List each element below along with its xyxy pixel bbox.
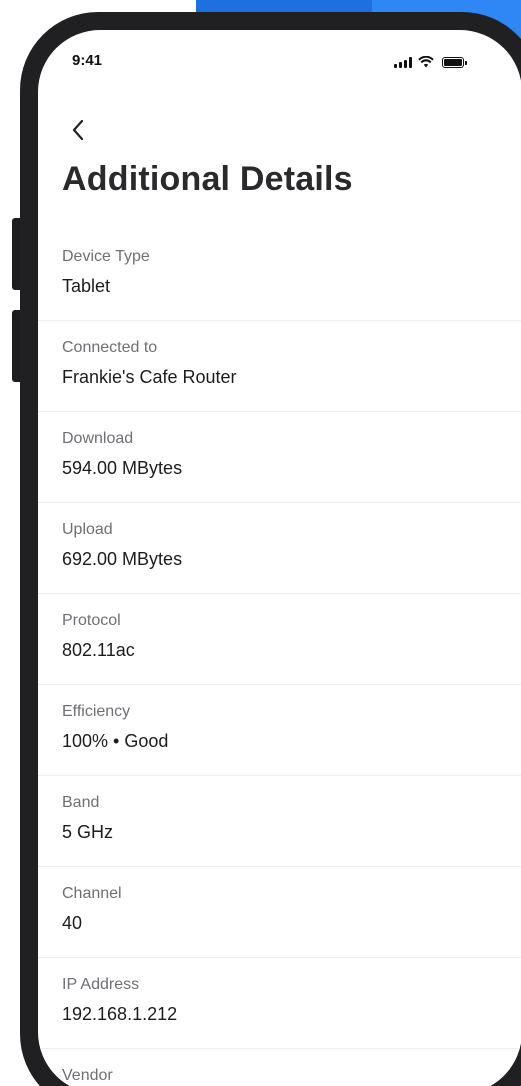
battery-icon xyxy=(442,57,467,68)
detail-label: Efficiency xyxy=(62,703,131,720)
detail-label: Upload xyxy=(62,521,113,538)
cellular-signal-icon xyxy=(394,57,412,68)
detail-row-protocol: Protocol 802.11ac xyxy=(38,594,521,685)
detail-row-vendor: Vendor xyxy=(38,1049,521,1086)
detail-row-device-type: Device Type Tablet xyxy=(38,230,521,321)
detail-value: 5 GHz xyxy=(62,822,114,842)
status-icons xyxy=(394,54,467,68)
detail-value: 100% • Good xyxy=(62,731,169,751)
detail-label: Channel xyxy=(62,885,122,902)
detail-value: 594.00 MBytes xyxy=(62,458,183,478)
page-title: Additional Details xyxy=(62,160,353,198)
detail-value: 802.11ac xyxy=(62,640,135,660)
detail-label: Device Type xyxy=(62,248,150,265)
detail-list: Device Type Tablet Connected to Frankie'… xyxy=(38,230,521,1086)
detail-row-upload: Upload 692.00 MBytes xyxy=(38,503,521,594)
detail-label: Band xyxy=(62,794,100,811)
detail-row-download: Download 594.00 MBytes xyxy=(38,412,521,503)
detail-label: Protocol xyxy=(62,612,121,629)
detail-label: Vendor xyxy=(62,1067,113,1084)
status-time: 9:41 xyxy=(72,52,103,69)
status-bar: 9:41 xyxy=(38,30,521,90)
detail-row-connected-to: Connected to Frankie's Cafe Router xyxy=(38,321,521,412)
detail-row-channel: Channel 40 xyxy=(38,867,521,958)
detail-row-ip-address: IP Address 192.168.1.212 xyxy=(38,958,521,1049)
detail-label: IP Address xyxy=(62,976,140,993)
back-button[interactable] xyxy=(62,114,94,146)
detail-value: 192.168.1.212 xyxy=(62,1004,178,1024)
detail-value: Tablet xyxy=(62,276,111,296)
detail-label: Connected to xyxy=(62,339,158,356)
detail-value: Frankie's Cafe Router xyxy=(62,367,237,387)
phone-screen: 9:41 Additional Details Device Type Tabl… xyxy=(38,30,521,1086)
detail-value: 692.00 MBytes xyxy=(62,549,183,569)
detail-label: Download xyxy=(62,430,134,447)
phone-frame: 9:41 Additional Details Device Type Tabl… xyxy=(20,12,521,1086)
detail-row-efficiency: Efficiency 100% • Good xyxy=(38,685,521,776)
stage: 9:41 Additional Details Device Type Tabl… xyxy=(0,0,521,1086)
wifi-icon xyxy=(418,56,434,68)
detail-row-band: Band 5 GHz xyxy=(38,776,521,867)
chevron-left-icon xyxy=(72,119,84,141)
detail-value: 40 xyxy=(62,913,83,933)
